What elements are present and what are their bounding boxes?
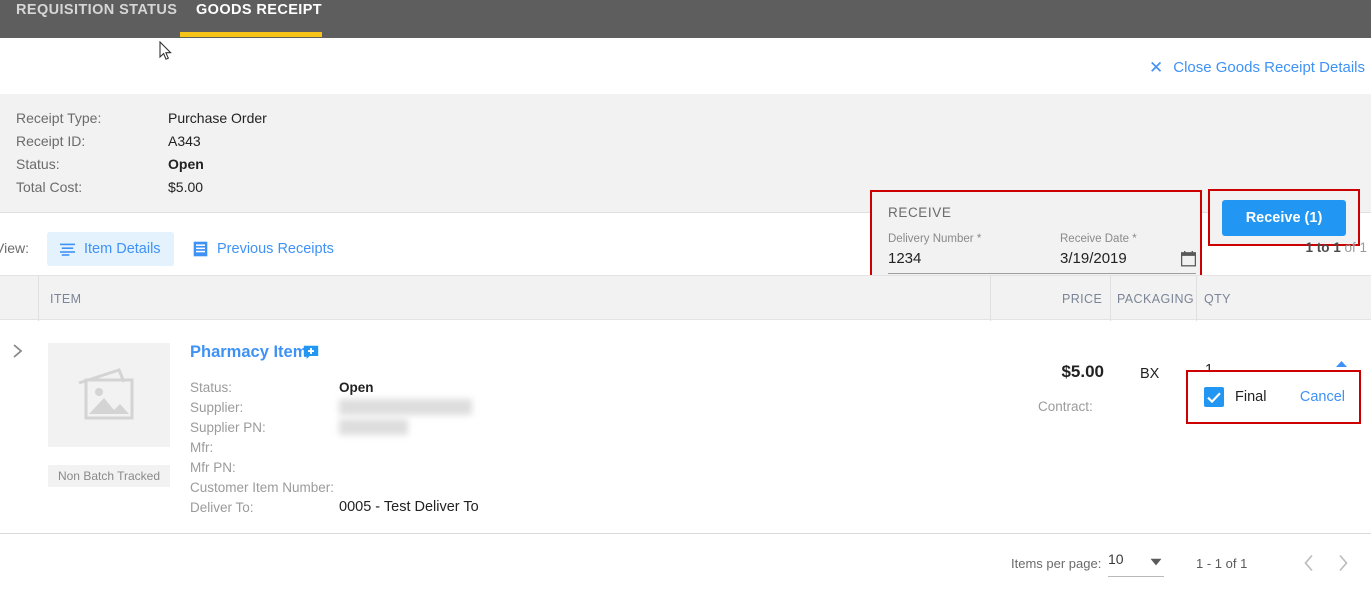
cancel-link[interactable]: Cancel xyxy=(1300,389,1345,405)
attribute-row: Supplier PN: 00462380 xyxy=(190,417,479,437)
status-label: Status: xyxy=(16,155,60,172)
receipt-id-value: A343 xyxy=(168,132,201,149)
receive-panel-title: RECEIVE xyxy=(888,205,952,220)
receipt-type-label: Receipt Type: xyxy=(16,109,102,126)
table-row: Non Batch Tracked Pharmacy Item Status: … xyxy=(0,321,1371,534)
item-packaging: BX xyxy=(1140,366,1160,382)
image-placeholder-icon xyxy=(78,368,134,420)
item-price: $5.00 xyxy=(1061,362,1104,381)
attribute-mfr-pn-label: Mfr PN: xyxy=(190,459,236,475)
attribute-supplier-pn-value: 00462380 xyxy=(339,419,409,435)
mouse-cursor xyxy=(159,41,172,60)
checkmark-icon xyxy=(1207,391,1221,403)
total-cost-value: $5.00 xyxy=(168,178,204,195)
item-title-link[interactable]: Pharmacy Item xyxy=(190,343,307,362)
attribute-row: Mfr PN: xyxy=(190,457,479,477)
column-divider xyxy=(1110,276,1111,321)
summary-row: Receipt Type: Purchase Order xyxy=(16,106,267,129)
column-divider xyxy=(38,276,39,321)
result-range-bottom: 1 - 1 of 1 xyxy=(1196,556,1248,571)
goods-receipt-page: REQUISITION STATUS GOODS RECEIPT ✕ Close… xyxy=(0,0,1371,595)
item-contract-label: Contract: xyxy=(1038,399,1093,414)
receipt-type-value: Purchase Order xyxy=(168,109,267,126)
attribute-status-label: Status: xyxy=(190,379,233,395)
receipt-summary-panel: Receipt Type: Purchase Order Receipt ID:… xyxy=(0,94,1371,296)
attribute-row: Customer Item Number: xyxy=(190,477,479,497)
column-header-packaging: PACKAGING xyxy=(1117,291,1194,306)
view-button-previous-receipts-label: Previous Receipts xyxy=(217,241,334,257)
attribute-supplier-value: CARDINAL HEALTH xyxy=(339,399,473,415)
view-button-previous-receipts[interactable]: Previous Receipts xyxy=(180,232,347,266)
attribute-status-value: Open xyxy=(339,379,374,395)
table-footer: Items per page: 10 1 - 1 of 1 xyxy=(0,534,1371,595)
close-goods-receipt-details-label[interactable]: Close Goods Receipt Details xyxy=(1173,59,1365,76)
attribute-deliver-to-label: Deliver To: xyxy=(190,499,254,515)
total-cost-label: Total Cost: xyxy=(16,178,83,195)
chevron-left-icon xyxy=(1304,554,1313,572)
attribute-row: Status: Open xyxy=(190,377,479,397)
top-tab-bar: REQUISITION STATUS GOODS RECEIPT xyxy=(0,0,1371,38)
document-icon xyxy=(193,241,208,257)
column-header-price: PRICE xyxy=(1062,291,1103,306)
result-range-top-bold: 1 to 1 xyxy=(1305,240,1341,255)
column-header-qty: QTY xyxy=(1204,291,1231,306)
batch-tracking-tag: Non Batch Tracked xyxy=(48,465,170,487)
items-per-page-label: Items per page: xyxy=(1011,556,1102,571)
final-checkbox[interactable] xyxy=(1204,387,1224,407)
chevron-down-icon xyxy=(1150,558,1162,566)
summary-row: Total Cost: $5.00 xyxy=(16,175,267,198)
list-lines-icon xyxy=(60,243,75,256)
attribute-mfr-label: Mfr: xyxy=(190,439,214,455)
add-comment-icon[interactable] xyxy=(303,345,319,361)
next-page-button[interactable] xyxy=(1326,546,1360,580)
column-divider xyxy=(990,276,991,321)
attribute-customer-item-number-label: Customer Item Number: xyxy=(190,479,335,495)
spinner-up-icon[interactable] xyxy=(1335,360,1348,368)
attribute-supplier-pn-label: Supplier PN: xyxy=(190,419,266,435)
view-label: View: xyxy=(0,240,29,256)
previous-page-button[interactable] xyxy=(1292,546,1326,580)
tab-goods-receipt-label: GOODS RECEIPT xyxy=(196,2,323,18)
item-thumbnail xyxy=(48,343,170,447)
close-goods-receipt-details[interactable]: ✕ Close Goods Receipt Details xyxy=(1111,52,1371,82)
column-divider xyxy=(1196,276,1197,321)
final-label: Final xyxy=(1235,389,1267,405)
attribute-row: Supplier: CARDINAL HEALTH xyxy=(190,397,479,417)
chevron-right-icon[interactable] xyxy=(11,343,25,359)
receipt-summary-list: Receipt Type: Purchase Order Receipt ID:… xyxy=(16,106,267,198)
final-cancel-highlight: Final Cancel xyxy=(1186,370,1361,424)
items-per-page-value: 10 xyxy=(1108,551,1124,567)
attribute-row: Deliver To: 0005 - Test Deliver To xyxy=(190,497,479,517)
active-tab-indicator xyxy=(180,32,322,37)
attribute-deliver-to-value: 0005 - Test Deliver To xyxy=(339,499,479,515)
result-range-top: 1 to 1 of 1 xyxy=(1305,240,1367,255)
result-range-top-rest: of 1 xyxy=(1340,240,1367,255)
tab-requisition-status[interactable]: REQUISITION STATUS xyxy=(16,0,177,38)
receipt-id-label: Receipt ID: xyxy=(16,132,86,149)
view-button-item-details-label: Item Details xyxy=(84,241,161,257)
items-table-header: ITEM PRICE PACKAGING QTY xyxy=(0,275,1371,321)
view-button-item-details[interactable]: Item Details xyxy=(47,232,174,266)
summary-row: Status: Open xyxy=(16,152,267,175)
view-toolbar: View: Item Details xyxy=(0,228,1371,270)
attribute-supplier-label: Supplier: xyxy=(190,399,244,415)
status-value: Open xyxy=(168,155,204,172)
summary-row: Receipt ID: A343 xyxy=(16,129,267,152)
chevron-right-icon xyxy=(1339,554,1348,572)
attribute-row: Mfr: xyxy=(190,437,479,457)
close-icon[interactable]: ✕ xyxy=(1149,59,1163,76)
item-attribute-list: Status: Open Supplier: CARDINAL HEALTH S… xyxy=(190,377,479,517)
tab-requisition-status-label: REQUISITION STATUS xyxy=(16,2,178,18)
items-per-page-select[interactable]: 10 xyxy=(1108,551,1164,577)
column-header-item: ITEM xyxy=(50,291,82,306)
